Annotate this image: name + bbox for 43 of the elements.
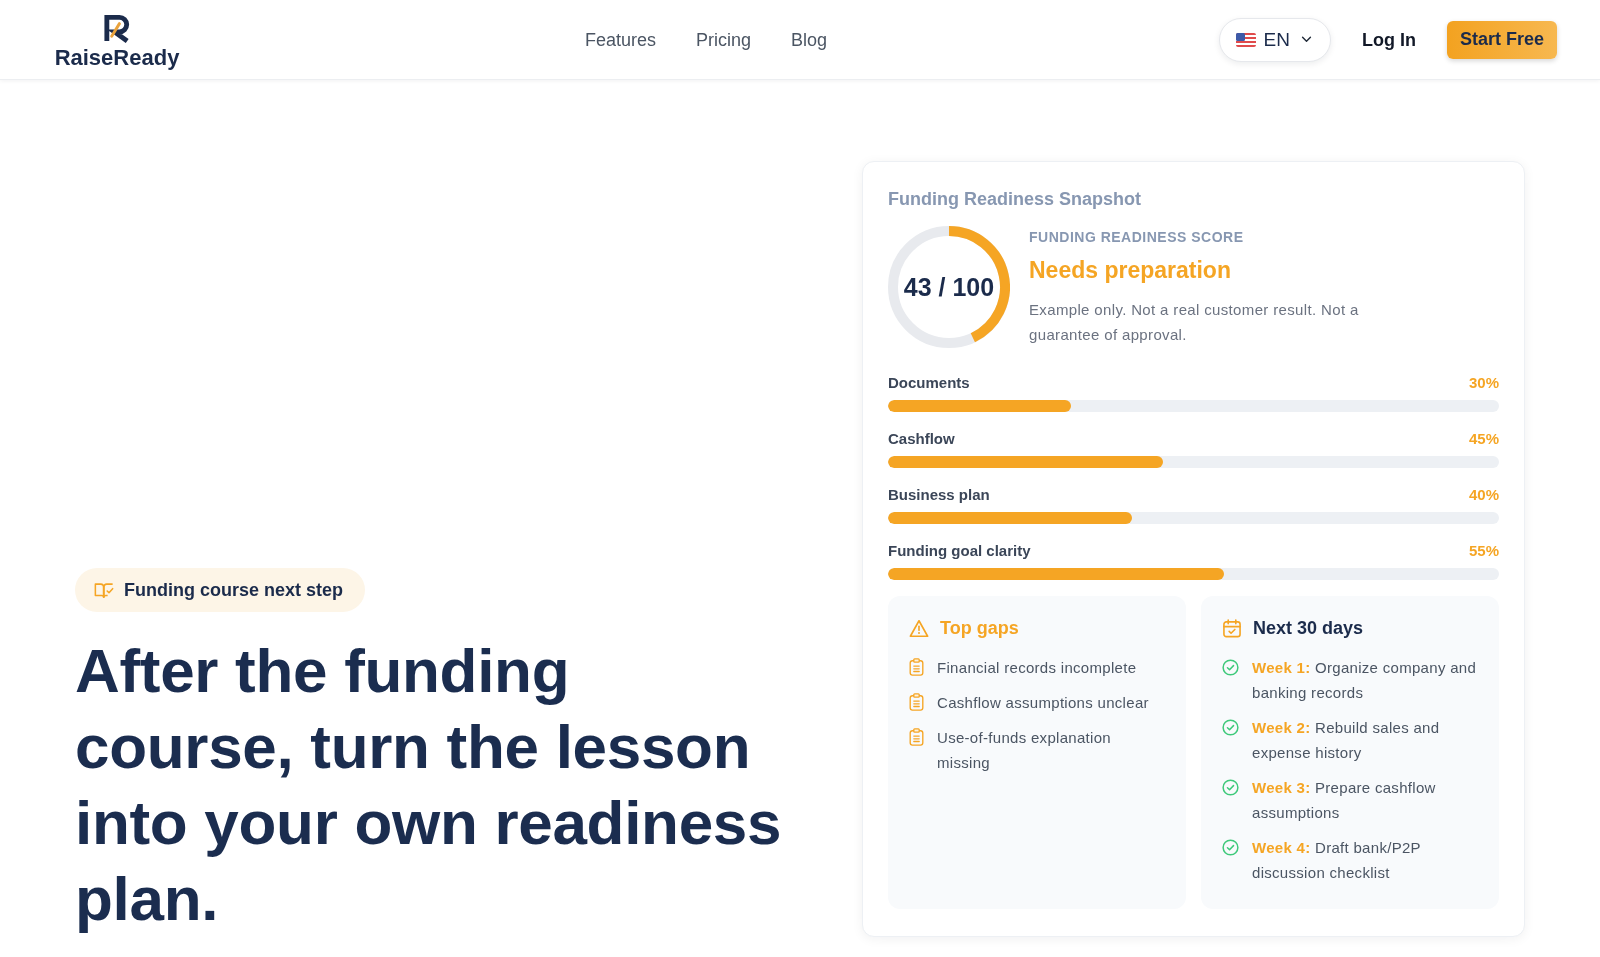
check-circle-icon <box>1222 719 1239 736</box>
plan-step-text: Week 1: Organize company and banking records <box>1252 658 1478 703</box>
panel-title: Top gaps <box>940 617 1019 640</box>
chevron-down-icon <box>1300 36 1312 43</box>
nav-link[interactable]: Blog <box>791 27 828 52</box>
clipboard-list-icon <box>909 658 924 676</box>
nav-link[interactable]: Features <box>585 27 657 52</box>
plan-step-text: Week 3: Prepare cashflow assumptions <box>1252 778 1437 823</box>
metric-label: Cashflow <box>888 429 955 447</box>
gap-item-text: Cashflow assumptions unclear <box>937 693 1149 713</box>
flag-icon <box>1235 32 1256 47</box>
gap-item-text: Financial records incomplete <box>937 658 1137 678</box>
clipboard-list-icon <box>909 693 924 711</box>
hero-headline: After the funding course, turn the lesson into your own readiness plan. <box>75 635 783 935</box>
nav-link[interactable]: Pricing <box>696 27 752 52</box>
plan-step-text: Week 4: Draft bank/P2P discussion checklist <box>1252 838 1422 883</box>
check-circle-icon <box>1222 779 1239 796</box>
panel-title: Next 30 days <box>1253 617 1364 640</box>
clipboard-list-icon <box>909 728 924 746</box>
start-free-button[interactable]: Start Free <box>1446 20 1557 59</box>
check-circle-icon <box>1222 659 1239 676</box>
score-status: Needs preparation <box>1029 256 1232 285</box>
disclaimer-text: Example only. Not a real customer result. Not a guarantee of approval. <box>1029 300 1360 345</box>
metric-percent: 30% <box>1468 373 1499 391</box>
gap-item-text: Use-of-funds explanation missing <box>937 728 1112 773</box>
metric-label: Business plan <box>888 485 990 503</box>
score-label: FUNDING READINESS SCORE <box>1029 228 1245 246</box>
metric-percent: 40% <box>1468 485 1499 503</box>
calendar-check-icon <box>1222 618 1242 638</box>
metric-label: Documents <box>888 373 970 391</box>
plan-step-text: Week 2: Rebuild sales and expense history <box>1252 718 1441 763</box>
book-check-icon <box>94 581 114 599</box>
log-in-link[interactable]: Log In <box>1361 27 1416 52</box>
warning-icon <box>909 618 929 638</box>
metric-label: Funding goal clarity <box>888 541 1031 559</box>
score-value: 43 / 100 <box>903 272 995 302</box>
metric-percent: 55% <box>1468 541 1499 559</box>
language-selector[interactable]: EN <box>1218 17 1331 62</box>
logo-text[interactable]: RaiseReady <box>54 45 180 71</box>
hero-tag-text: Funding course next step <box>124 579 344 601</box>
check-circle-icon <box>1222 839 1239 856</box>
metric-percent: 45% <box>1468 429 1499 447</box>
card-title: Funding Readiness Snapshot <box>888 188 1143 211</box>
